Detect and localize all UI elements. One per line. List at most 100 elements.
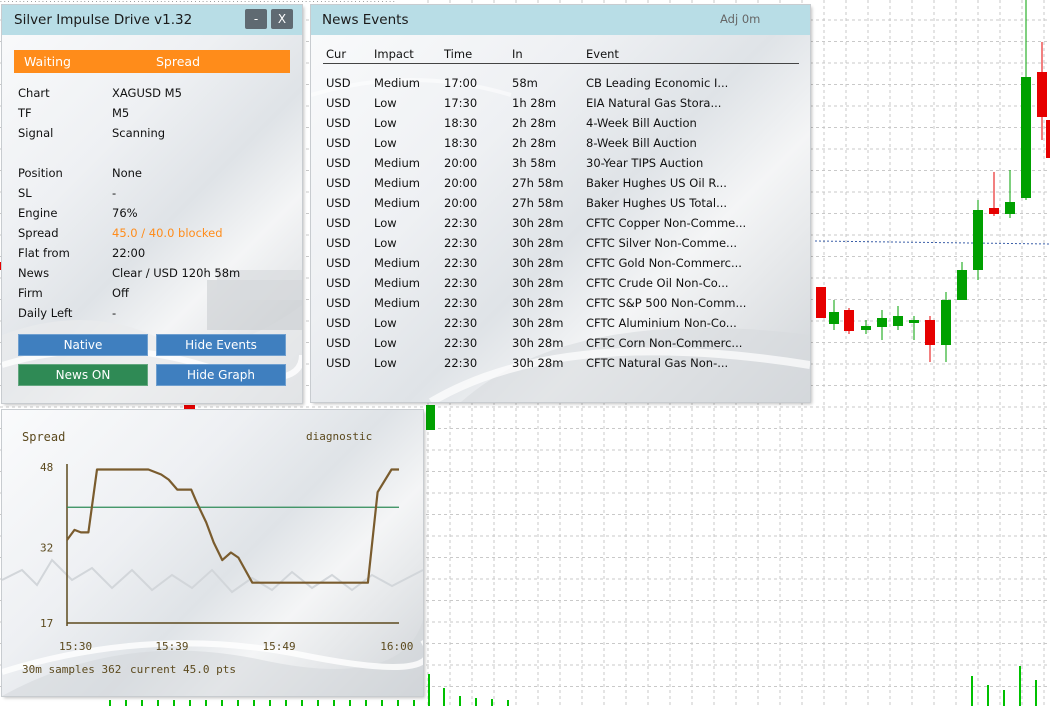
candle-body [989, 208, 999, 214]
info-value: 22:00 [112, 246, 146, 260]
event-name: CFTC Crude Oil Non-Co... [586, 276, 729, 290]
event-currency: USD [326, 236, 351, 250]
info-label: Spread [18, 226, 59, 240]
news-row[interactable]: USD Medium 22:30 30h 28m CFTC S&P 500 Non-Co… [311, 296, 810, 312]
info-value: M5 [112, 106, 130, 120]
event-countdown: 1h 28m [512, 96, 557, 110]
event-countdown: 30h 28m [512, 236, 564, 250]
candle-body [957, 270, 967, 300]
candle-body [426, 405, 435, 430]
event-currency: USD [326, 316, 351, 330]
x-tick-label: 15:49 [262, 640, 295, 653]
event-countdown: 30h 28m [512, 296, 564, 310]
info-value: Off [112, 286, 129, 300]
news-row[interactable]: USD Medium 20:00 27h 58m Baker Hughes US Oil… [311, 176, 810, 192]
event-impact: Medium [374, 76, 420, 90]
news-row[interactable]: USD Low 22:30 30h 28m CFTC Silver Non-Comme.… [311, 236, 810, 252]
event-currency: USD [326, 76, 351, 90]
event-time: 17:00 [444, 76, 478, 90]
minimize-button[interactable]: - [245, 9, 267, 29]
event-impact: Low [374, 236, 397, 250]
news-toggle-button[interactable]: News ON [18, 364, 148, 386]
news-row[interactable]: USD Low 22:30 30h 28m CFTC Corn Non-Commerc.… [311, 336, 810, 352]
status-text: Waiting [24, 54, 71, 69]
event-impact: Low [374, 96, 397, 110]
event-currency: USD [326, 136, 351, 150]
news-row[interactable]: USD Medium 20:00 3h 58m 30-Year TIPS Auction [311, 156, 810, 172]
event-countdown: 30h 28m [512, 276, 564, 290]
event-time: 20:00 [444, 196, 478, 210]
native-button[interactable]: Native [18, 334, 148, 356]
news-row[interactable]: USD Medium 20:00 27h 58m Baker Hughes US Tot… [311, 196, 810, 212]
news-row[interactable]: USD Medium 22:30 30h 28m CFTC Gold Non-Comme… [311, 256, 810, 272]
info-label: Daily Left [18, 306, 73, 320]
info-value: None [112, 166, 143, 180]
event-impact: Medium [374, 256, 420, 270]
event-currency: USD [326, 296, 351, 310]
info-value: - [112, 186, 117, 200]
event-impact: Low [374, 336, 397, 350]
close-button[interactable]: X [271, 9, 293, 29]
header-divider [323, 63, 799, 64]
x-tick-label: 16:00 [380, 640, 413, 653]
candle-body [941, 300, 951, 345]
event-name: CFTC S&P 500 Non-Comm... [586, 296, 747, 310]
event-countdown: 27h 58m [512, 196, 564, 210]
hide-events-button[interactable]: Hide Events [156, 334, 286, 356]
event-currency: USD [326, 336, 351, 350]
info-value: - [112, 306, 117, 320]
event-name: CFTC Natural Gas Non-... [586, 356, 729, 370]
event-time: 22:30 [444, 236, 478, 250]
event-name: CFTC Gold Non-Commerc... [586, 256, 742, 270]
x-tick-label: 15:39 [155, 640, 188, 653]
news-row[interactable]: USD Low 22:30 30h 28m CFTC Copper Non-Comme.… [311, 216, 810, 232]
panel-title: News Events [322, 12, 409, 28]
main-panel: Silver Impulse Drive v1.32 - X Waiting S… [2, 5, 302, 403]
event-countdown: 27h 58m [512, 176, 564, 190]
info-value: Clear / USD 120h 58m [112, 266, 241, 280]
news-row[interactable]: USD Low 17:30 1h 28m EIA Natural Gas Stora..… [311, 96, 810, 112]
info-label: Engine [18, 206, 58, 220]
status-reason: Spread [156, 54, 201, 69]
event-time: 22:30 [444, 276, 478, 290]
event-currency: USD [326, 116, 351, 130]
news-row[interactable]: USD Low 18:30 2h 28m 8-Week Bill Auction [311, 136, 810, 152]
news-events-panel: News Events Adj 0m Cur Impact Time In Ev… [311, 5, 810, 402]
hide-graph-button[interactable]: Hide Graph [156, 364, 286, 386]
news-row[interactable]: USD Medium 17:00 58m CB Leading Economic I..… [311, 76, 810, 92]
event-time: 18:30 [444, 116, 478, 130]
event-currency: USD [326, 156, 351, 170]
news-row[interactable]: USD Low 22:30 30h 28m CFTC Aluminium Non-Co.… [311, 316, 810, 332]
x-tick-label: 15:30 [59, 640, 92, 653]
candle-body [1021, 77, 1031, 198]
info-value: Scanning [112, 126, 166, 140]
samples-label: 30m samples 362 [22, 663, 122, 676]
adjust-offset[interactable]: Adj 0m [720, 12, 760, 26]
candle-body [893, 316, 903, 326]
event-currency: USD [326, 356, 351, 370]
event-time: 22:30 [444, 296, 478, 310]
y-tick-label: 32 [40, 542, 53, 555]
candle-body [909, 320, 919, 323]
event-name: EIA Natural Gas Stora... [586, 96, 722, 110]
news-row[interactable]: USD Medium 22:30 30h 28m CFTC Crude Oil Non-… [311, 276, 810, 292]
event-impact: Low [374, 356, 397, 370]
info-value: XAGUSD M5 [112, 86, 182, 100]
event-time: 18:30 [444, 136, 478, 150]
event-countdown: 30h 28m [512, 336, 564, 350]
info-label: Chart [18, 86, 50, 100]
info-value: 45.0 / 40.0 blocked [112, 226, 223, 240]
info-value: 76% [112, 206, 138, 220]
candle-body [1037, 72, 1047, 117]
info-label: Firm [18, 286, 43, 300]
news-row[interactable]: USD Low 22:30 30h 28m CFTC Natural Gas Non-.… [311, 356, 810, 372]
news-row[interactable]: USD Low 18:30 2h 28m 4-Week Bill Auction [311, 116, 810, 132]
event-time: 22:30 [444, 336, 478, 350]
column-header-impact: Impact [374, 47, 414, 61]
event-name: Baker Hughes US Oil R... [586, 176, 727, 190]
spread-graph-panel: Spread diagnostic 48 32 17 15:30 15:39 15:49 1… [2, 410, 423, 696]
candle-body [1005, 202, 1015, 214]
y-tick-label: 48 [40, 461, 53, 474]
info-label: Position [18, 166, 63, 180]
event-name: CFTC Silver Non-Comme... [586, 236, 738, 250]
